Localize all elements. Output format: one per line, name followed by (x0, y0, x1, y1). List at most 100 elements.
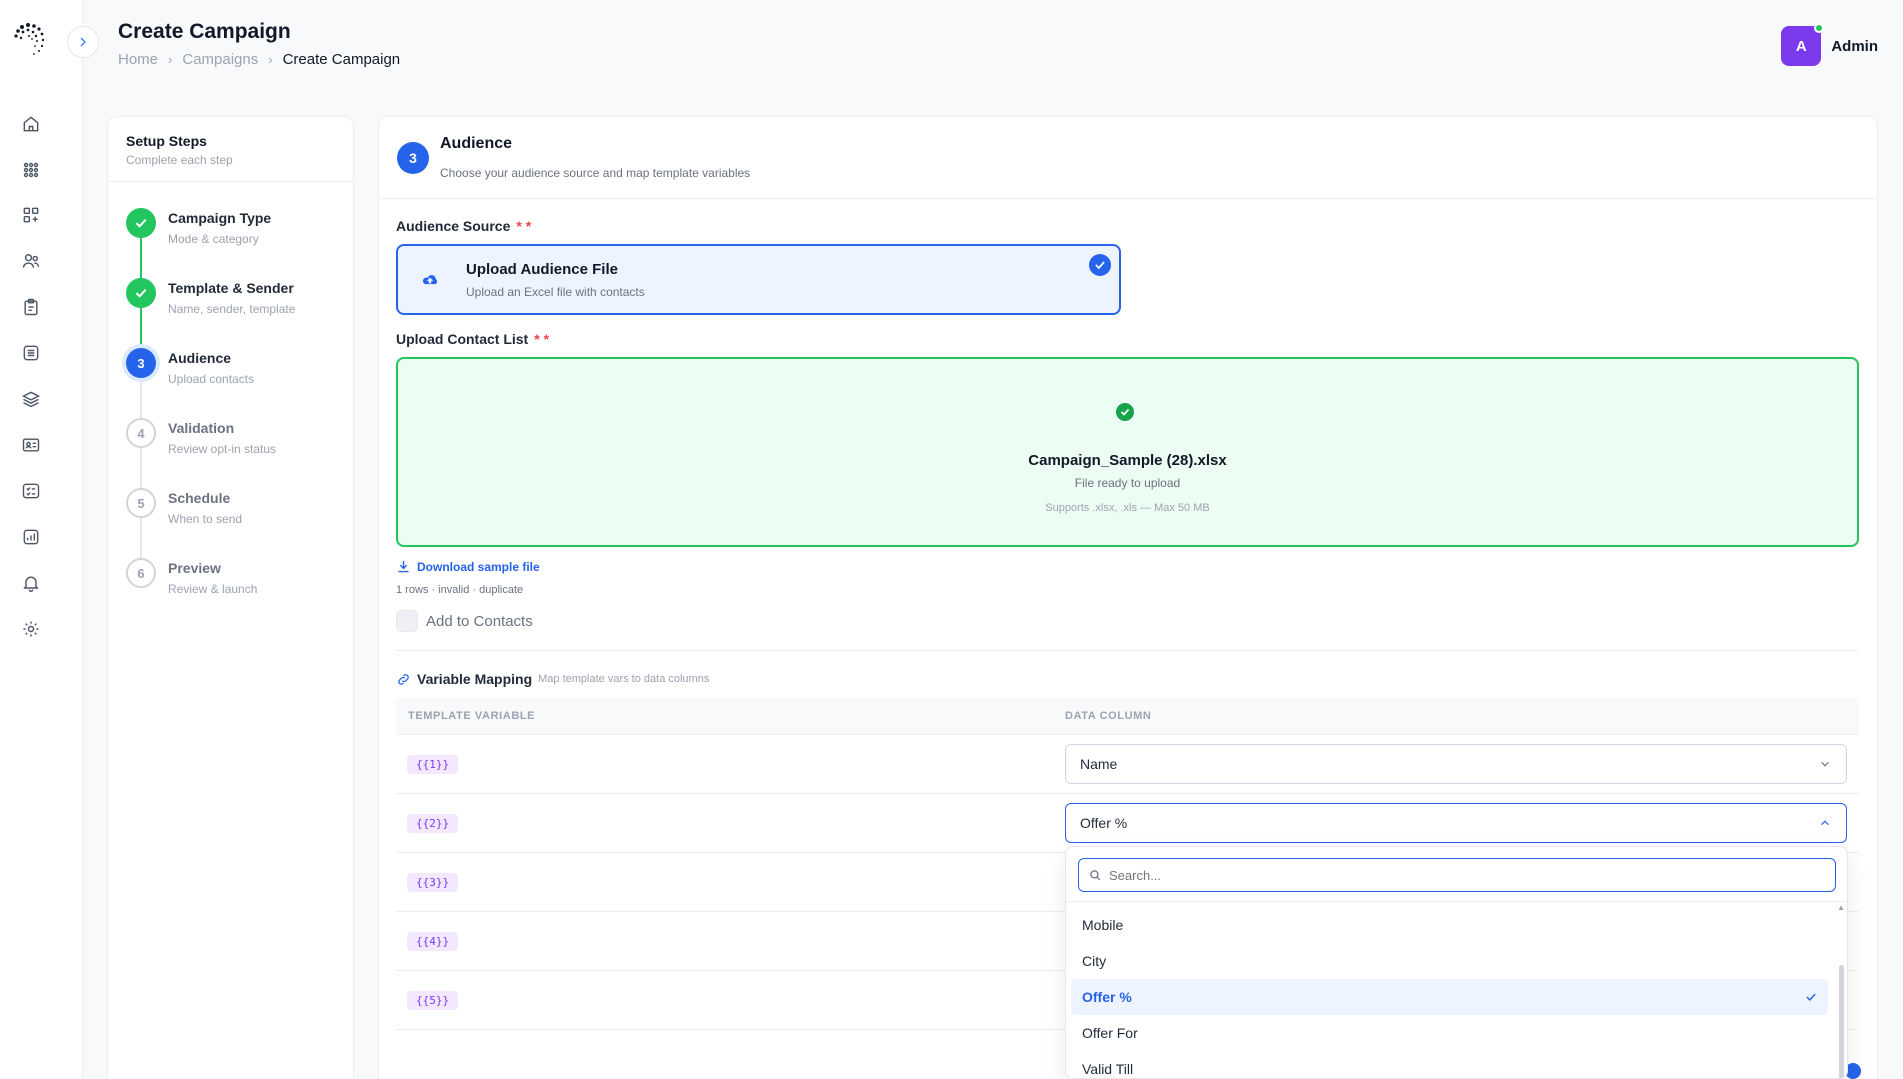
rows-summary: 1 rows · invalid · duplicate (396, 584, 524, 596)
check-icon (126, 278, 156, 308)
template-variable-chip: {{2}} (407, 814, 459, 833)
checkbox-label: Add to Contacts (426, 612, 533, 630)
step-validation[interactable]: 4 Validation Review opt-in status (126, 418, 276, 456)
breadcrumb-campaigns[interactable]: Campaigns (182, 51, 258, 68)
audience-source-label: Audience Source * * (396, 218, 531, 234)
add-to-contacts-checkbox[interactable] (396, 610, 418, 632)
required-mark: * * (534, 331, 550, 347)
divider (396, 650, 1859, 651)
step-campaign-type[interactable]: Campaign Type Mode & category (126, 208, 271, 246)
chevron-up-icon (1821, 820, 1829, 826)
dropdown-option-selected[interactable]: Offer % (1071, 979, 1828, 1015)
dropdown-option[interactable]: Offer For (1071, 1015, 1828, 1051)
link-text: Download sample file (417, 559, 540, 574)
mapping-title: Variable Mapping (417, 671, 533, 687)
widgets-add-icon[interactable] (20, 204, 42, 226)
step-sub: Review & launch (168, 582, 258, 596)
upload-contact-list-label: Upload Contact List * * (396, 331, 549, 347)
download-sample-link[interactable]: Download sample file (396, 559, 540, 574)
section-title: Audience (440, 135, 513, 152)
step-sub: Upload contacts (168, 372, 255, 386)
variable-mapping-header: Variable Mapping Map template vars to da… (396, 671, 709, 687)
step-number: 5 (126, 488, 156, 518)
page-title: Create Campaign (118, 20, 291, 43)
template-variable-chip: {{5}} (407, 991, 459, 1010)
step-label: Audience (168, 350, 232, 366)
file-drop-zone[interactable]: Campaign_Sample (28).xlsx File ready to … (396, 357, 1859, 547)
avatar-initial: A (1795, 37, 1807, 55)
chevron-down-icon (1821, 761, 1829, 767)
required-mark: * * (516, 218, 532, 234)
home-icon[interactable] (20, 113, 42, 135)
upload-audience-file-option[interactable]: Upload Audience File Upload an Excel fil… (396, 244, 1121, 315)
avatar[interactable]: A (1781, 23, 1825, 66)
search-input[interactable] (1109, 867, 1835, 883)
scroll-up-arrow-icon[interactable]: ▲ (1837, 903, 1845, 912)
data-column-select[interactable]: Offer % (1065, 803, 1847, 843)
divider (1066, 901, 1847, 902)
step-label: Validation (168, 420, 235, 436)
steps-subtitle: Complete each step (126, 153, 233, 167)
dropdown-option[interactable]: Valid Till (1071, 1051, 1828, 1078)
select-value: Offer % (1080, 815, 1128, 831)
dropdown-search[interactable] (1078, 858, 1836, 892)
dropdown-option[interactable]: City (1071, 943, 1828, 979)
checklist-icon[interactable] (20, 480, 42, 502)
cloud-upload-icon (422, 275, 438, 285)
settings-gear-icon[interactable] (20, 618, 42, 640)
template-variable-chip: {{3}} (407, 873, 459, 892)
step-number-badge: 3 (397, 142, 429, 174)
contact-card-icon[interactable] (20, 434, 42, 456)
chevron-right-icon: › (268, 52, 273, 67)
check-icon (126, 208, 156, 238)
data-column-select[interactable]: Name (1065, 744, 1847, 784)
step-preview[interactable]: 6 Preview Review & launch (126, 558, 257, 596)
clipboard-icon[interactable] (20, 296, 42, 318)
section-subtitle: Choose your audience source and map temp… (440, 166, 751, 180)
option-subtitle: Upload an Excel file with contacts (466, 285, 645, 299)
link-icon (398, 673, 409, 685)
template-variable-chip: {{4}} (407, 932, 459, 951)
uploaded-file-name: Campaign_Sample (28).xlsx (1028, 452, 1227, 469)
sidebar-rail (0, 0, 83, 1079)
chevron-right-icon: › (168, 52, 173, 67)
add-to-contacts-toggle[interactable]: Add to Contacts (396, 610, 533, 632)
step-label: Schedule (168, 490, 231, 506)
step-sub: Review opt-in status (168, 442, 277, 456)
chevron-right-icon (80, 37, 86, 47)
dropdown-option[interactable]: Mobile (1071, 907, 1828, 943)
breadcrumb-home[interactable]: Home (118, 51, 158, 68)
user-name: Admin (1831, 37, 1878, 55)
selected-check-icon (1089, 254, 1111, 276)
online-status-dot (1814, 23, 1825, 33)
brand-logo[interactable] (12, 22, 48, 58)
list-icon[interactable] (20, 342, 42, 364)
analytics-icon[interactable] (20, 526, 42, 548)
apps-grid-icon[interactable] (20, 159, 42, 181)
step-label: Campaign Type (168, 210, 272, 226)
users-icon[interactable] (20, 250, 42, 272)
step-schedule[interactable]: 5 Schedule When to send (126, 488, 242, 526)
check-icon (1806, 993, 1816, 1001)
section-header: 3 Audience Choose your audience source a… (379, 117, 1877, 199)
sidebar-expand-button[interactable] (67, 26, 99, 58)
step-audience[interactable]: 3 Audience Upload contacts (126, 348, 254, 386)
check-circle-icon (1116, 403, 1134, 421)
user-menu[interactable]: A Admin (1781, 23, 1878, 66)
step-sub: Mode & category (168, 232, 259, 246)
breadcrumb-current: Create Campaign (282, 51, 401, 68)
label-text: Upload Contact List (396, 331, 529, 347)
step-sub: When to send (168, 512, 243, 526)
step-label: Preview (168, 560, 221, 576)
option-label: Offer % (1082, 989, 1132, 1005)
mapping-table-header: TEMPLATE VARIABLE DATA COLUMN (396, 698, 1859, 735)
layers-icon[interactable] (20, 388, 42, 410)
template-variable-chip: {{1}} (407, 755, 459, 774)
step-number: 4 (126, 418, 156, 448)
step-sub: Name, sender, template (168, 302, 296, 316)
steps-title: Setup Steps (126, 133, 207, 149)
supported-formats: Supports .xlsx, .xls — Max 50 MB (1045, 502, 1210, 514)
step-template-sender[interactable]: Template & Sender Name, sender, template (126, 278, 295, 316)
dropdown-scrollbar[interactable] (1839, 965, 1844, 1078)
notification-bell-icon[interactable] (20, 572, 42, 594)
